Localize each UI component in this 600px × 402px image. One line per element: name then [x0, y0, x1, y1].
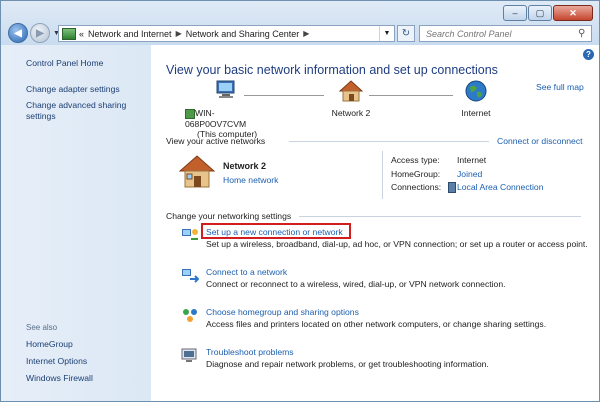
setup-connection-description: Set up a wireless, broadband, dial-up, a… [206, 239, 588, 249]
section-divider [289, 141, 489, 142]
network-adapter-icon [185, 108, 195, 119]
control-panel-icon [62, 27, 76, 40]
local-area-connection-link[interactable]: Local Area Connection [457, 182, 543, 192]
home-network-icon [339, 80, 363, 102]
map-connection-line [369, 95, 453, 96]
computer-icon [216, 80, 235, 98]
troubleshoot-description: Diagnose and repair network problems, or… [206, 359, 489, 369]
close-button[interactable]: ✕ [553, 5, 593, 21]
connect-to-network-description: Connect or reconnect to a wireless, wire… [206, 279, 506, 289]
breadcrumb-separator-icon[interactable]: ▶ [176, 29, 182, 38]
search-input[interactable] [420, 28, 574, 39]
search-icon[interactable]: ⚲ [578, 28, 585, 39]
troubleshoot-icon [181, 348, 197, 362]
sidebar-change-adapter-settings[interactable]: Change adapter settings [26, 84, 120, 95]
active-networks-label: View your active networks [166, 136, 266, 146]
sidebar-internet-options[interactable]: Internet Options [26, 356, 87, 367]
section-divider [299, 216, 581, 217]
window: – ▢ ✕ ◀ ▶ ▼ « Network and Internet ▶ Net… [0, 0, 600, 402]
address-dropdown-icon[interactable]: ▼ [379, 26, 394, 41]
vertical-divider [382, 151, 383, 199]
breadcrumb-separator-icon[interactable]: ▶ [303, 29, 309, 38]
breadcrumb-network-and-sharing-center[interactable]: Network and Sharing Center [186, 29, 300, 39]
minimize-button[interactable]: – [503, 5, 527, 21]
sidebar-control-panel-home[interactable]: Control Panel Home [26, 58, 103, 69]
homegroup-sharing-link[interactable]: Choose homegroup and sharing options [206, 307, 359, 317]
see-also-heading: See also [26, 323, 58, 332]
maximize-button[interactable]: ▢ [528, 5, 552, 21]
homegroup-joined-link[interactable]: Joined [457, 169, 482, 179]
internet-globe-icon [465, 80, 487, 102]
access-type-label: Access type: [391, 155, 440, 165]
main-panel: ? View your basic network information an… [151, 45, 599, 401]
sidebar: Control Panel Home Change adapter settin… [1, 45, 151, 401]
homegroup-sharing-icon [183, 309, 197, 322]
window-controls: – ▢ ✕ [502, 5, 593, 21]
this-computer-node[interactable]: WIN-068P0OV7CVM (This computer) [185, 108, 275, 139]
access-type-value: Internet [457, 155, 487, 165]
setup-connection-icon [182, 229, 198, 240]
home-network-icon [179, 155, 215, 188]
active-network-name: Network 2 [223, 161, 267, 171]
ethernet-icon [448, 182, 456, 193]
back-arrow-icon[interactable]: ◀ [8, 23, 28, 43]
homegroup-sharing-description: Access files and printers located on oth… [206, 319, 547, 329]
see-full-map-link[interactable]: See full map [536, 82, 584, 92]
sidebar-change-advanced-sharing-settings[interactable]: Change advanced sharing settings [26, 100, 144, 122]
address-overflow-chevron[interactable]: « [79, 29, 84, 39]
map-connection-line [244, 95, 324, 96]
breadcrumb-network-and-internet[interactable]: Network and Internet [88, 29, 172, 39]
connections-label: Connections: [391, 182, 442, 192]
map-internet-label[interactable]: Internet [454, 108, 498, 118]
change-settings-label: Change your networking settings [166, 211, 292, 221]
connect-to-network-link[interactable]: Connect to a network [206, 267, 287, 277]
computer-name: WIN-068P0OV7CVM [185, 108, 247, 129]
troubleshoot-link[interactable]: Troubleshoot problems [206, 347, 294, 357]
sidebar-homegroup[interactable]: HomeGroup [26, 339, 73, 350]
highlight-box [201, 223, 351, 239]
homegroup-label: HomeGroup: [391, 169, 441, 179]
network-type-link[interactable]: Home network [223, 175, 278, 185]
connect-or-disconnect-link[interactable]: Connect or disconnect [497, 136, 583, 146]
refresh-icon[interactable]: ↻ [397, 25, 415, 42]
address-bar[interactable]: « Network and Internet ▶ Network and Sha… [58, 25, 395, 42]
page-title: View your basic network information and … [166, 63, 498, 77]
navigation-buttons: ◀ ▶ ▼ [8, 23, 60, 43]
forward-arrow-icon[interactable]: ▶ [30, 23, 50, 43]
map-network-label[interactable]: Network 2 [327, 108, 375, 118]
connect-network-icon [182, 269, 199, 283]
help-icon[interactable]: ? [583, 49, 594, 60]
title-bar: – ▢ ✕ ◀ ▶ ▼ « Network and Internet ▶ Net… [1, 1, 599, 45]
search-box[interactable]: ⚲ [419, 25, 592, 42]
sidebar-windows-firewall[interactable]: Windows Firewall [26, 373, 93, 384]
